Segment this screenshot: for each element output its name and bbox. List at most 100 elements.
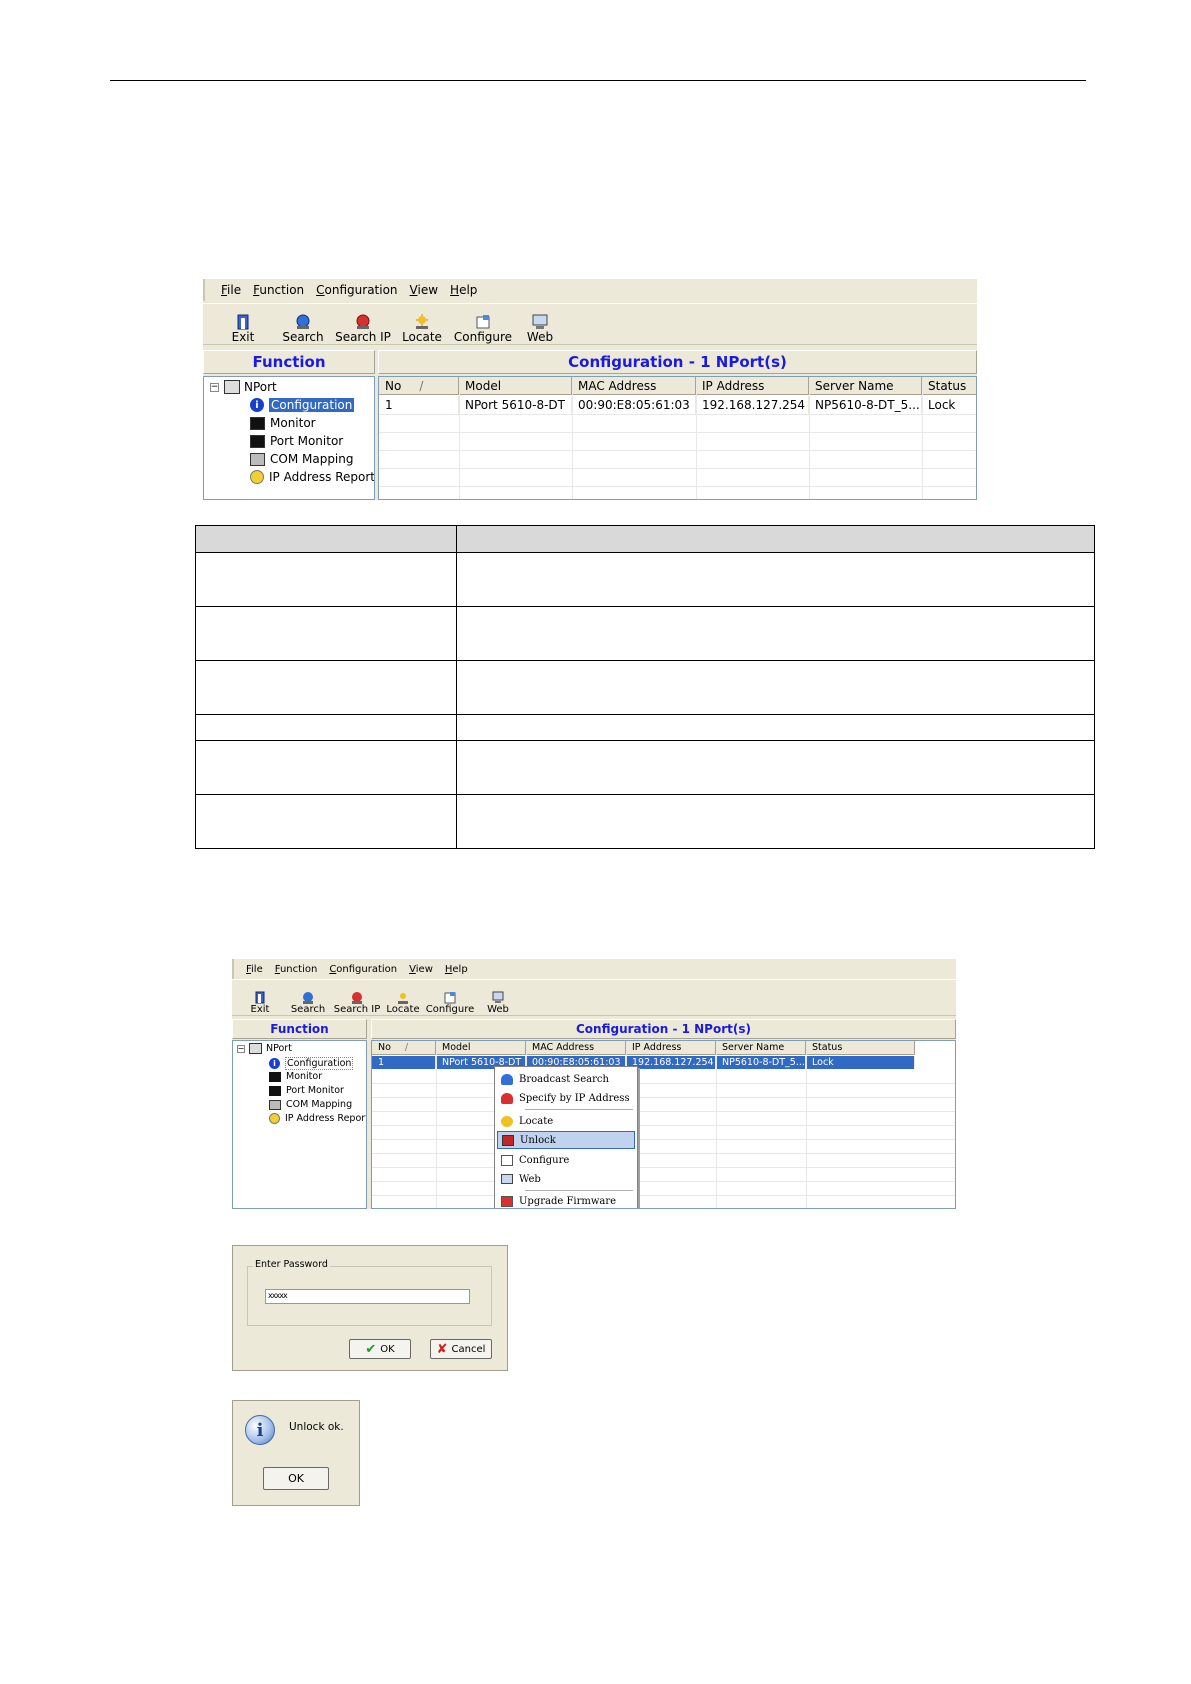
table-row-selected[interactable]: 1 NPort 5610-8-DT 00:90:E8:05:61:03 192.… xyxy=(372,1056,915,1069)
menu-file[interactable]: File xyxy=(221,283,241,297)
menu-function[interactable]: Function xyxy=(253,283,304,297)
expand-collapse-icon[interactable]: − xyxy=(210,382,219,392)
search-ip-icon xyxy=(350,991,364,1004)
lightbulb-icon xyxy=(250,470,264,484)
table-header-cell xyxy=(195,525,457,553)
exit-button[interactable]: Exit xyxy=(246,980,274,1015)
grid-line xyxy=(379,450,976,451)
device-list: No / Model MAC Address IP Address Server … xyxy=(371,1040,956,1209)
grid-line xyxy=(372,1125,955,1126)
cell-model: NPort 5610-8-DT xyxy=(459,396,572,414)
menu-configuration[interactable]: Configuration xyxy=(329,964,397,975)
web-button[interactable]: Web xyxy=(476,980,520,1015)
search-ip-button[interactable]: Search IP xyxy=(332,980,382,1015)
menu-bar: File Function Configuration View Help xyxy=(232,959,956,979)
search-ip-button[interactable]: Search IP xyxy=(333,304,393,344)
ok-button[interactable]: OK xyxy=(263,1467,329,1490)
tree-item-monitor[interactable]: Monitor xyxy=(269,1071,322,1082)
lightbulb-icon xyxy=(269,1113,280,1124)
search-button[interactable]: Search xyxy=(273,304,333,344)
column-header-mac-address[interactable]: MAC Address xyxy=(572,377,696,395)
locate-icon xyxy=(413,314,431,330)
menu-function[interactable]: Function xyxy=(275,964,318,975)
menu-item-unlock[interactable]: Unlock xyxy=(497,1131,635,1149)
configure-button[interactable]: Configure xyxy=(424,980,476,1015)
column-header-no[interactable]: No / xyxy=(379,377,459,395)
cell-mac-address: 00:90:E8:05:61:03 xyxy=(572,396,696,414)
config-heading: Configuration - 1 NPort(s) xyxy=(378,350,977,374)
grid-line xyxy=(372,1139,955,1140)
locate-button[interactable]: Locate xyxy=(382,980,424,1015)
menu-separator xyxy=(525,1190,633,1191)
column-header-model[interactable]: Model xyxy=(436,1041,526,1055)
table-row xyxy=(195,740,1095,795)
web-icon xyxy=(531,314,549,330)
function-heading: Function xyxy=(232,1019,367,1039)
column-header-server-name[interactable]: Server Name xyxy=(716,1041,806,1055)
locate-button[interactable]: Locate xyxy=(393,304,451,344)
password-label: Enter Password xyxy=(253,1259,330,1270)
unlock-icon xyxy=(502,1134,514,1146)
tree-item-com-mapping[interactable]: COM Mapping xyxy=(250,452,354,466)
table-row xyxy=(195,660,1095,715)
menu-item-locate[interactable]: Locate xyxy=(497,1112,635,1130)
menu-view[interactable]: View xyxy=(409,964,433,975)
search-ip-icon xyxy=(501,1092,513,1104)
search-button[interactable]: Search xyxy=(288,980,328,1015)
monitor-icon xyxy=(269,1071,281,1082)
tree-item-ip-address-report[interactable]: IP Address Report xyxy=(250,470,374,484)
web-icon xyxy=(501,1174,513,1184)
cancel-button[interactable]: ✘ Cancel xyxy=(430,1339,492,1359)
checkmark-icon: ✔ xyxy=(365,1341,377,1357)
ok-button[interactable]: ✔ OK xyxy=(349,1339,411,1359)
column-header-status[interactable]: Status xyxy=(806,1041,915,1055)
column-header-ip-address[interactable]: IP Address xyxy=(626,1041,716,1055)
tree-root-nport[interactable]: − NPort xyxy=(237,1043,292,1054)
grid-column-line xyxy=(806,1041,807,1208)
menu-item-upgrade-firmware[interactable]: Upgrade Firmware xyxy=(497,1192,635,1208)
configure-button[interactable]: Configure xyxy=(451,304,515,344)
column-header-ip-address[interactable]: IP Address xyxy=(696,377,809,395)
menu-view[interactable]: View xyxy=(410,283,438,297)
cell-status: Lock xyxy=(922,396,976,414)
password-input[interactable]: xxxxx xyxy=(265,1289,470,1304)
cell-ip-address: 192.168.127.254 xyxy=(626,1056,716,1069)
function-tree: − NPort i Configuration Monitor Port Mon… xyxy=(232,1040,367,1209)
column-header-server-name[interactable]: Server Name xyxy=(809,377,922,395)
expand-collapse-icon[interactable]: − xyxy=(237,1044,245,1053)
column-header-status[interactable]: Status xyxy=(922,377,976,395)
search-icon xyxy=(294,314,312,330)
column-header-no[interactable]: No / xyxy=(372,1041,436,1055)
nport-device-icon xyxy=(249,1043,262,1054)
column-header-model[interactable]: Model xyxy=(459,377,572,395)
table-row[interactable]: 1 NPort 5610-8-DT 00:90:E8:05:61:03 192.… xyxy=(379,396,976,414)
function-tree: − NPort i Configuration Monitor Port Mon… xyxy=(203,376,375,500)
menu-item-configure[interactable]: Configure xyxy=(497,1151,635,1169)
info-icon: i xyxy=(245,1415,275,1445)
menu-configuration[interactable]: Configuration xyxy=(316,283,397,297)
tree-item-ip-address-report[interactable]: IP Address Report xyxy=(269,1113,366,1124)
menu-help[interactable]: Help xyxy=(445,964,468,975)
menu-item-specify-by-ip[interactable]: Specify by IP Address xyxy=(497,1089,635,1107)
tree-item-port-monitor[interactable]: Port Monitor xyxy=(269,1085,344,1096)
column-header-mac-address[interactable]: MAC Address xyxy=(526,1041,626,1055)
table-row xyxy=(195,552,1095,607)
tree-item-port-monitor[interactable]: Port Monitor xyxy=(250,434,343,448)
unlock-ok-dialog: i Unlock ok. OK xyxy=(232,1400,360,1506)
search-ip-icon xyxy=(354,314,372,330)
web-button[interactable]: Web xyxy=(515,304,565,344)
exit-button[interactable]: Exit xyxy=(223,304,263,344)
menu-item-broadcast-search[interactable]: Broadcast Search xyxy=(497,1070,635,1088)
grid-line xyxy=(379,414,976,415)
table-row xyxy=(195,606,1095,661)
menu-item-web[interactable]: Web xyxy=(497,1170,635,1188)
menu-file[interactable]: File xyxy=(246,964,263,975)
tree-root-nport[interactable]: − NPort xyxy=(210,380,277,394)
menu-help[interactable]: Help xyxy=(450,283,477,297)
exit-icon xyxy=(234,314,252,330)
tree-item-configuration[interactable]: i Configuration xyxy=(250,398,355,412)
cell-server-name: NP5610-8-DT_5... xyxy=(716,1056,806,1069)
tree-item-com-mapping[interactable]: COM Mapping xyxy=(269,1099,352,1110)
tree-item-monitor[interactable]: Monitor xyxy=(250,416,316,430)
tree-item-configuration[interactable]: i Configuration xyxy=(269,1057,354,1070)
